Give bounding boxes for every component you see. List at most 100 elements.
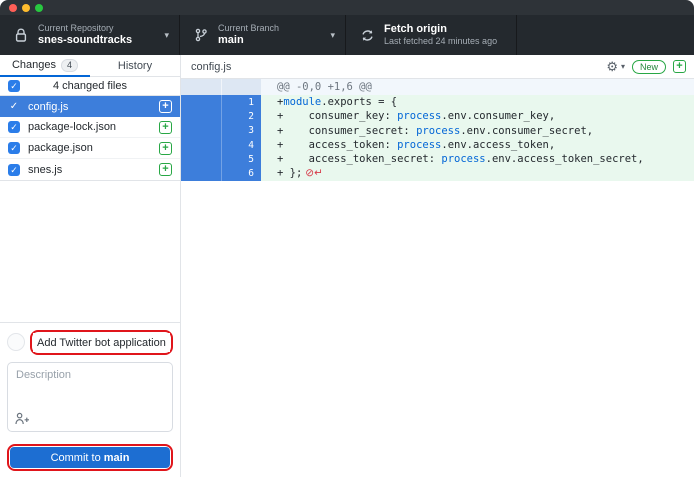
tab-changes[interactable]: Changes 4 <box>0 55 90 77</box>
file-checkbox[interactable]: ✓ <box>8 121 20 133</box>
new-line-number: 5 <box>248 154 254 165</box>
new-line-number: 3 <box>248 125 254 136</box>
commit-description-input[interactable] <box>7 362 173 432</box>
file-name: package.json <box>28 142 151 154</box>
diff-line-code: +module.exports = { <box>261 95 694 109</box>
new-line-number: 1 <box>248 97 254 108</box>
close-button[interactable] <box>9 4 17 12</box>
no-newline-icon: ⊘ <box>305 167 314 179</box>
diff-line: 1 +module.exports = { <box>181 95 694 109</box>
added-file-icon: + <box>673 60 686 73</box>
diff-line-code: + consumer_key: process.env.consumer_key… <box>261 109 694 123</box>
diff-line-code: + };⊘↵ <box>261 166 694 180</box>
added-status-icon: + <box>159 121 172 134</box>
commit-summary-input[interactable] <box>33 333 170 352</box>
annotation-highlight-summary <box>30 330 173 356</box>
changed-files-count: 4 changed files <box>53 80 127 92</box>
sync-icon <box>359 29 375 42</box>
commit-description-wrap <box>7 362 173 437</box>
current-repository-dropdown[interactable]: Current Repository snes-soundtracks ▾ <box>0 15 180 55</box>
fetch-label: Fetch origin <box>384 23 506 36</box>
sidebar-tabs: Changes 4 History <box>0 55 180 77</box>
file-name: package-lock.json <box>28 121 151 133</box>
diff-line: 2 + consumer_key: process.env.consumer_ke… <box>181 109 694 123</box>
minimize-button[interactable] <box>22 4 30 12</box>
diff-line: 6 + };⊘↵ <box>181 166 694 180</box>
diff-lines: 1 +module.exports = { 2 + consumer_key: pro… <box>181 95 694 181</box>
tab-history-label: History <box>118 60 152 72</box>
repository-name: snes-soundtracks <box>38 34 158 47</box>
tab-history[interactable]: History <box>90 55 180 77</box>
titlebar <box>0 0 694 15</box>
diff-line: 5 + access_token_secret: process.env.acce… <box>181 152 694 166</box>
diff-panel: config.js ⚙▾ New + @@ -0,0 +1,6 @@ 1 +mod… <box>181 55 694 477</box>
chevron-down-icon: ▾ <box>621 62 625 71</box>
diff-line-gutter[interactable]: 2 <box>181 109 261 123</box>
hunk-gutter <box>181 79 261 95</box>
added-status-icon: + <box>159 142 172 155</box>
select-all-checkbox[interactable]: ✓ <box>8 80 20 92</box>
fetch-status: Last fetched 24 minutes ago <box>384 36 506 47</box>
toolbar: Current Repository snes-soundtracks ▾ Cu… <box>0 15 694 55</box>
file-row[interactable]: ✓ package-lock.json + <box>0 117 180 138</box>
chevron-down-icon: ▾ <box>330 30 335 41</box>
new-file-badge: New <box>632 60 666 74</box>
diff-line-gutter[interactable]: 1 <box>181 95 261 109</box>
branch-name: main <box>218 34 324 47</box>
diff-header: config.js ⚙▾ New + <box>181 55 694 79</box>
diff-line: 3 + consumer_secret: process.env.consumer… <box>181 124 694 138</box>
new-line-number: 6 <box>248 168 254 179</box>
added-status-icon: + <box>159 163 172 176</box>
zoom-button[interactable] <box>35 4 43 12</box>
file-name: config.js <box>28 101 151 113</box>
current-branch-dropdown[interactable]: Current Branch main ▾ <box>180 15 346 55</box>
chevron-down-icon: ▾ <box>164 30 169 41</box>
diff-file-name: config.js <box>191 61 606 73</box>
gear-icon: ⚙ <box>606 59 618 75</box>
file-name: snes.js <box>28 164 151 176</box>
diff-options-button[interactable]: ⚙▾ <box>606 59 625 75</box>
toolbar-filler <box>517 15 694 55</box>
hunk-header-row: @@ -0,0 +1,6 @@ <box>181 79 694 95</box>
diff-line-gutter[interactable]: 4 <box>181 138 261 152</box>
return-icon: ↵ <box>314 167 323 179</box>
commit-button-branch: main <box>104 452 130 464</box>
repository-label: Current Repository <box>38 23 158 34</box>
file-checkbox[interactable]: ✓ <box>8 101 20 113</box>
new-line-number: 4 <box>248 140 254 151</box>
changed-file-list: ✓ config.js + ✓ package-lock.json + ✓ package.j… <box>0 96 180 181</box>
branch-icon <box>193 28 209 42</box>
annotation-highlight-commit-button: Commit to main <box>7 444 173 471</box>
diff-line-gutter[interactable]: 3 <box>181 124 261 138</box>
new-line-number: 2 <box>248 111 254 122</box>
fetch-origin-button[interactable]: Fetch origin Last fetched 24 minutes ago <box>346 15 517 55</box>
added-status-icon: + <box>159 100 172 113</box>
file-row[interactable]: ✓ config.js + <box>0 96 180 117</box>
commit-button-prefix: Commit to <box>51 452 101 464</box>
github-desktop-window: Current Repository snes-soundtracks ▾ Cu… <box>0 0 694 477</box>
file-row[interactable]: ✓ package.json + <box>0 138 180 159</box>
file-checkbox[interactable]: ✓ <box>8 164 20 176</box>
commit-button[interactable]: Commit to main <box>10 447 170 468</box>
file-row[interactable]: ✓ snes.js + <box>0 159 180 180</box>
sidebar: Changes 4 History ✓ 4 changed files ✓ con… <box>0 55 181 477</box>
lock-icon <box>13 28 29 42</box>
file-checkbox[interactable]: ✓ <box>8 142 20 154</box>
sidebar-empty-space <box>0 181 180 322</box>
commit-summary-row <box>7 330 173 356</box>
hunk-header-text: @@ -0,0 +1,6 @@ <box>261 79 694 95</box>
diff-line: 4 + access_token: process.env.access_toke… <box>181 138 694 152</box>
branch-label: Current Branch <box>218 23 324 34</box>
changed-files-header: ✓ 4 changed files <box>0 77 180 96</box>
diff-line-code: + access_token: process.env.access_token… <box>261 138 694 152</box>
commit-form: Commit to main <box>0 322 180 477</box>
tab-changes-label: Changes <box>12 59 56 71</box>
add-coauthor-icon[interactable] <box>15 412 30 430</box>
changes-count-badge: 4 <box>61 59 78 72</box>
content: Changes 4 History ✓ 4 changed files ✓ con… <box>0 55 694 477</box>
diff-line-code: + access_token_secret: process.env.acces… <box>261 152 694 166</box>
diff-line-gutter[interactable]: 6 <box>181 166 261 180</box>
diff-line-gutter[interactable]: 5 <box>181 152 261 166</box>
avatar <box>7 333 25 351</box>
diff-line-code: + consumer_secret: process.env.consumer_… <box>261 124 694 138</box>
